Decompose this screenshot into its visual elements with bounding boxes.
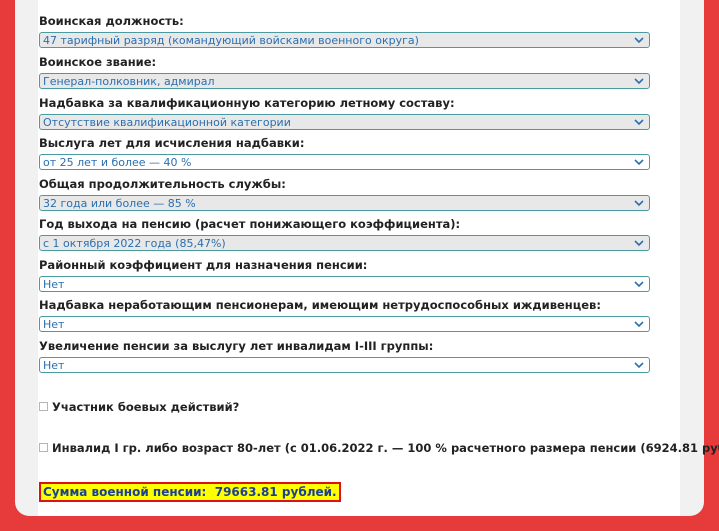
disability-age-checkbox[interactable] (39, 442, 48, 452)
chevron-down-icon (634, 200, 644, 207)
result-amount: 79663.81 рублей. (214, 485, 337, 499)
select-total-service[interactable]: 32 года или более — 85 % (39, 195, 650, 211)
select-disability-increase[interactable]: Нет (39, 357, 650, 373)
label-dependents-bonus: Надбавка неработающим пенсионерам, имеющ… (39, 298, 601, 312)
label-regional-coefficient: Районный коэффициент для назначения пенс… (39, 258, 368, 272)
select-value: Нет (43, 359, 65, 372)
combat-veteran-checkbox[interactable] (39, 401, 48, 411)
select-value: Отсутствие квалификационной категории (43, 116, 291, 129)
select-service-length-bonus[interactable]: от 25 лет и более — 40 % (39, 154, 650, 170)
label-military-rank: Воинское звание: (39, 55, 157, 69)
checkbox-row-combat-veteran[interactable]: Участник боевых действий? (39, 400, 239, 414)
label-service-length-bonus: Выслуга лет для исчисления надбавки: (39, 136, 305, 150)
checkbox-label: Участник боевых действий? (52, 400, 240, 414)
select-regional-coefficient[interactable]: Нет (39, 276, 650, 292)
select-retirement-year[interactable]: с 1 октября 2022 года (85,47%) (39, 235, 650, 251)
select-value: от 25 лет и более — 40 % (43, 156, 192, 169)
chevron-down-icon (634, 362, 644, 369)
result-label: Сумма военной пенсии: (43, 485, 207, 499)
select-military-position[interactable]: 47 тарифный разряд (командующий войсками… (39, 32, 650, 48)
label-disability-increase: Увеличение пенсии за выслугу лет инвалид… (39, 339, 434, 353)
label-military-position: Воинская должность: (39, 14, 184, 28)
chevron-down-icon (634, 78, 644, 85)
select-military-rank[interactable]: Генерал-полковник, адмирал (39, 73, 650, 89)
label-retirement-year: Год выхода на пенсию (расчет понижающего… (39, 217, 461, 231)
chevron-down-icon (634, 281, 644, 288)
select-value: 47 тарифный разряд (командующий войсками… (43, 34, 419, 47)
label-qualification-bonus: Надбавка за квалификационную категорию л… (39, 96, 455, 110)
select-value: 32 года или более — 85 % (43, 197, 196, 210)
select-value: Генерал-полковник, адмирал (43, 75, 215, 88)
select-value: с 1 октября 2022 года (85,47%) (43, 237, 226, 250)
chevron-down-icon (634, 321, 644, 328)
checkbox-row-disability-age[interactable]: Инвалид I гр. либо возраст 80-лет (с 01.… (39, 441, 719, 455)
chevron-down-icon (634, 240, 644, 247)
checkbox-label: Инвалид I гр. либо возраст 80-лет (с 01.… (52, 441, 719, 455)
chevron-down-icon (634, 159, 644, 166)
select-qualification-bonus[interactable]: Отсутствие квалификационной категории (39, 114, 650, 130)
chevron-down-icon (634, 119, 644, 126)
pension-result: Сумма военной пенсии: 79663.81 рублей. (39, 482, 341, 502)
select-dependents-bonus[interactable]: Нет (39, 316, 650, 332)
chevron-down-icon (634, 37, 644, 44)
select-value: Нет (43, 318, 65, 331)
label-total-service: Общая продолжительность службы: (39, 177, 286, 191)
select-value: Нет (43, 278, 65, 291)
